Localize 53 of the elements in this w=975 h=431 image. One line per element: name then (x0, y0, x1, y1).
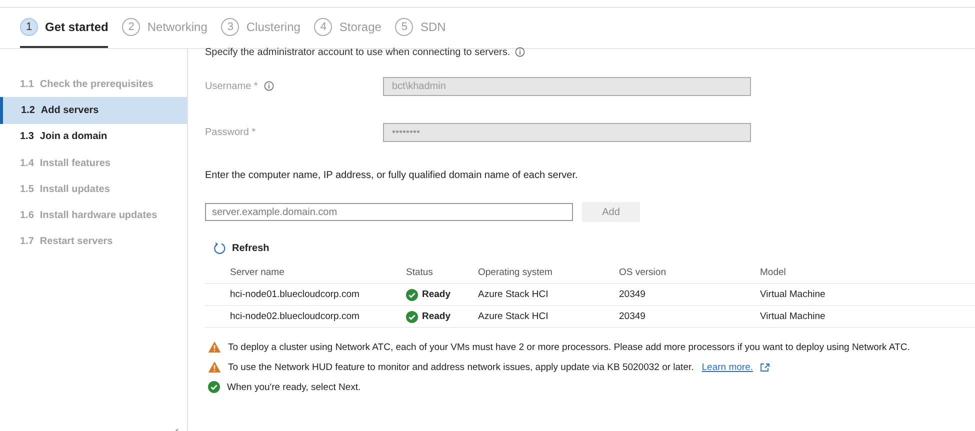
table-cell-text: hci-node01.bluecloudcorp.com (230, 289, 360, 300)
table-cell-text: hci-node02.bluecloudcorp.com (230, 311, 360, 322)
step-tab[interactable]: 2 Networking (122, 8, 208, 48)
step-label: Clustering (246, 20, 300, 34)
table-cell-text: 20349 (619, 289, 646, 300)
check-circle-icon (406, 288, 418, 300)
step-label: SDN (420, 20, 446, 34)
learn-more-link[interactable]: Learn more. (702, 362, 753, 372)
input-field[interactable]: bct\khadmin (383, 76, 751, 96)
step-number: 3 (221, 18, 240, 36)
step-tab[interactable]: 3 Clustering (221, 8, 300, 48)
step-label: Get started (45, 20, 108, 34)
instruction-text: Enter the computer name, IP address, or fully qualified domain name of each server. (205, 170, 579, 181)
sidebar-item[interactable]: 1.2 Add servers (0, 97, 187, 124)
message-text: To use the Network HUD feature to monitor and address network issues, apply update via KB 5020032 or later. Learn more. (228, 362, 753, 372)
step-number: 2 (122, 18, 140, 36)
step-number: 1 (20, 18, 38, 36)
column-header: Server name (230, 267, 286, 278)
external-link-icon (760, 362, 770, 372)
column-header: Model (760, 267, 787, 278)
info-icon (264, 81, 274, 91)
table-cell-text: 20349 (619, 311, 646, 322)
refresh-icon (213, 242, 226, 255)
column-header: OS version (619, 267, 667, 278)
step-tab[interactable]: 4 Storage (314, 8, 382, 48)
step-tab[interactable]: 5 SDN (395, 8, 446, 48)
input-field[interactable]: •••••••• (383, 122, 751, 142)
intro-text: Specify the administrator account to use when connecting to servers. (205, 46, 510, 58)
step-label: Networking (147, 20, 208, 34)
field-label: Password * (205, 126, 256, 138)
check-circle-icon (406, 310, 418, 322)
message-text: When you're ready, select Next. (227, 382, 361, 392)
table-cell-text: Virtual Machine (760, 311, 826, 322)
check-circle-icon (208, 381, 220, 393)
warning-icon (208, 361, 221, 373)
step-tab[interactable]: 1 Get started (20, 8, 108, 48)
column-header: Operating system (478, 267, 554, 278)
server-input-field[interactable]: server.example.domain.com (205, 203, 573, 221)
step-number: 4 (314, 18, 332, 36)
table-cell-text: Azure Stack HCI (478, 311, 550, 322)
step-label: Storage (339, 20, 382, 34)
table-cell-text: Azure Stack HCI (478, 289, 550, 300)
field-label: Username * (205, 80, 258, 92)
message-text: To deploy a cluster using Network ATC, each of your VMs must have 2 or more processors. Please add more processors if you want to deploy using Network ATC. (228, 342, 910, 352)
status-text: Ready (422, 311, 451, 322)
refresh-button[interactable]: Refresh (213, 240, 270, 257)
table-cell-text: Virtual Machine (760, 289, 826, 300)
column-header: Status (406, 267, 434, 278)
sidebar-item[interactable]: 1.3 Join a domain (0, 124, 187, 150)
step-number: 5 (395, 18, 414, 36)
status-text: Ready (422, 289, 451, 300)
help-icon (515, 47, 526, 57)
warning-icon (208, 341, 221, 353)
